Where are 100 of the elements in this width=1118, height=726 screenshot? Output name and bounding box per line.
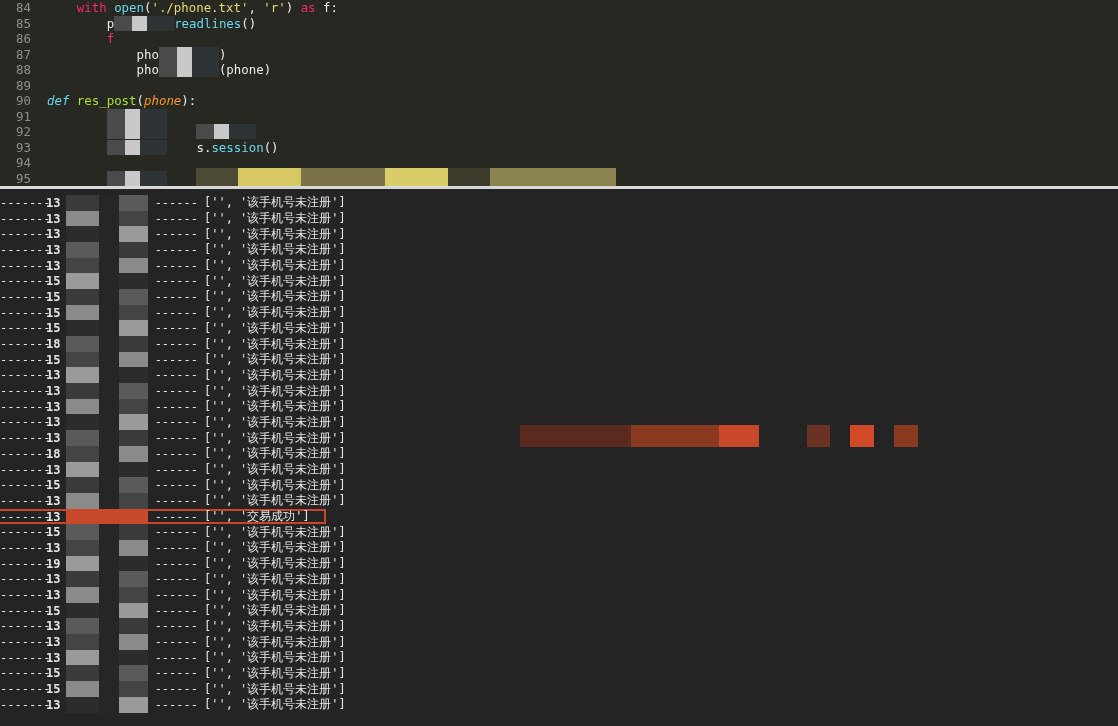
line-number: 91	[15, 108, 31, 124]
phone-prefix: 13	[46, 509, 62, 524]
result-text: ['', '该手机号未注册']	[204, 523, 346, 541]
code-token: phone	[144, 93, 182, 109]
phone-prefix: 13	[46, 493, 62, 508]
dash-line: ------	[153, 399, 199, 414]
result-text: ['', '该手机号未注册']	[204, 398, 346, 416]
phone-prefix: 15	[46, 289, 62, 304]
redaction-block	[106, 108, 167, 124]
phone-prefix: 13	[46, 399, 62, 414]
phone-prefix: 13	[46, 635, 62, 650]
result-text: ['', '该手机号未注册']	[204, 633, 346, 651]
dash-line: ------	[153, 635, 199, 650]
phone-prefix: 15	[46, 525, 62, 540]
redaction-block	[114, 15, 175, 31]
code-token: ()	[241, 15, 257, 31]
result-text: ['', '该手机号未注册']	[204, 382, 346, 400]
result-text: ['', '该手机号未注册']	[204, 476, 346, 494]
code-token: open	[114, 0, 144, 16]
result-text: ['', '该手机号未注册']	[204, 696, 346, 714]
result-text: ['', '该手机号未注册']	[204, 570, 346, 588]
phone-prefix: 15	[46, 274, 62, 289]
phone-prefix: 13	[46, 431, 62, 446]
code-token: readlines	[174, 15, 242, 31]
result-text: ['', '该手机号未注册']	[204, 194, 346, 212]
line-number: 95	[15, 170, 31, 186]
code-token: f	[106, 31, 115, 47]
dash-line: ------	[153, 666, 199, 681]
line-number: 89	[15, 77, 31, 93]
code-token: ):	[181, 93, 197, 109]
line-number: 84	[15, 0, 31, 16]
phone-prefix: 15	[46, 478, 62, 493]
code-token: './phone.txt'	[151, 0, 249, 16]
redaction-block	[196, 124, 257, 140]
line-number: 87	[15, 46, 31, 62]
result-text: ['', '该手机号未注册']	[204, 680, 346, 698]
phone-prefix: 13	[46, 588, 62, 603]
phone-prefix: 19	[46, 556, 62, 571]
code-token: 'r'	[263, 0, 286, 16]
result-text: ['', '该手机号未注册']	[204, 257, 346, 275]
code-token: )	[285, 0, 294, 16]
code-token: pho	[136, 46, 159, 62]
code-token: ,	[248, 0, 256, 16]
dash-line: ------	[153, 603, 199, 618]
dash-line: ------	[153, 384, 199, 399]
result-text: ['', '该手机号未注册']	[204, 539, 346, 557]
result-text: ['', '该手机号未注册']	[204, 225, 346, 243]
dash-line: ------	[153, 258, 199, 273]
dash-line: ------	[153, 682, 199, 697]
result-text: ['', '交易成功']	[204, 508, 310, 526]
dash-line: ------	[153, 556, 199, 571]
redaction-block	[106, 139, 167, 155]
result-text: ['', '该手机号未注册']	[204, 210, 346, 228]
dash-line: ------	[153, 337, 199, 352]
dash-line: ------	[153, 446, 199, 461]
result-text: ['', '该手机号未注册']	[204, 664, 346, 682]
phone-prefix: 15	[46, 682, 62, 697]
code-token: res_post	[76, 93, 137, 109]
phone-prefix: 13	[46, 227, 62, 242]
phone-prefix: 13	[46, 368, 62, 383]
result-text: ['', '该手机号未注册']	[204, 445, 346, 463]
dash-line: ------	[153, 211, 199, 226]
dash-line: ------	[153, 195, 199, 210]
line-number: 90	[15, 93, 31, 109]
code-token: with	[76, 0, 107, 16]
result-text: ['', '该手机号未注册']	[204, 586, 346, 604]
phone-prefix: 15	[46, 603, 62, 618]
result-text: ['', '该手机号未注册']	[204, 461, 346, 479]
dash-line: ------	[153, 462, 199, 477]
phone-prefix: 18	[46, 446, 62, 461]
result-text: ['', '该手机号未注册']	[204, 602, 346, 620]
dash-line: ------	[153, 289, 199, 304]
result-text: ['', '该手机号未注册']	[204, 617, 346, 635]
dash-line: ------	[153, 588, 199, 603]
result-text: ['', '该手机号未注册']	[204, 288, 346, 306]
dash-line: ------	[153, 227, 199, 242]
phone-prefix: 15	[46, 352, 62, 367]
dash-line: ------	[153, 274, 199, 289]
code-token: as	[300, 0, 316, 16]
result-text: ['', '该手机号未注册']	[204, 272, 346, 290]
redaction-block	[158, 62, 219, 78]
result-text: ['', '该手机号未注册']	[204, 241, 346, 259]
dash-line: ------	[153, 242, 199, 257]
redaction-block	[106, 124, 167, 140]
redaction-block	[106, 170, 167, 186]
phone-prefix: 18	[46, 337, 62, 352]
line-number: 92	[15, 124, 31, 140]
dash-line: ------	[153, 572, 199, 587]
dash-line: ------	[153, 525, 199, 540]
dash-line: ------	[153, 619, 199, 634]
line-number: 94	[15, 155, 31, 171]
dash-line: ------	[153, 305, 199, 320]
dash-line: ------	[153, 650, 199, 665]
result-text: ['', '该手机号未注册']	[204, 649, 346, 667]
redaction-block	[158, 46, 219, 62]
code-token: ()	[263, 139, 279, 155]
code-token: def	[47, 93, 70, 109]
phone-prefix: 13	[46, 258, 62, 273]
phone-prefix: 15	[46, 666, 62, 681]
code-token: s.	[196, 139, 212, 155]
